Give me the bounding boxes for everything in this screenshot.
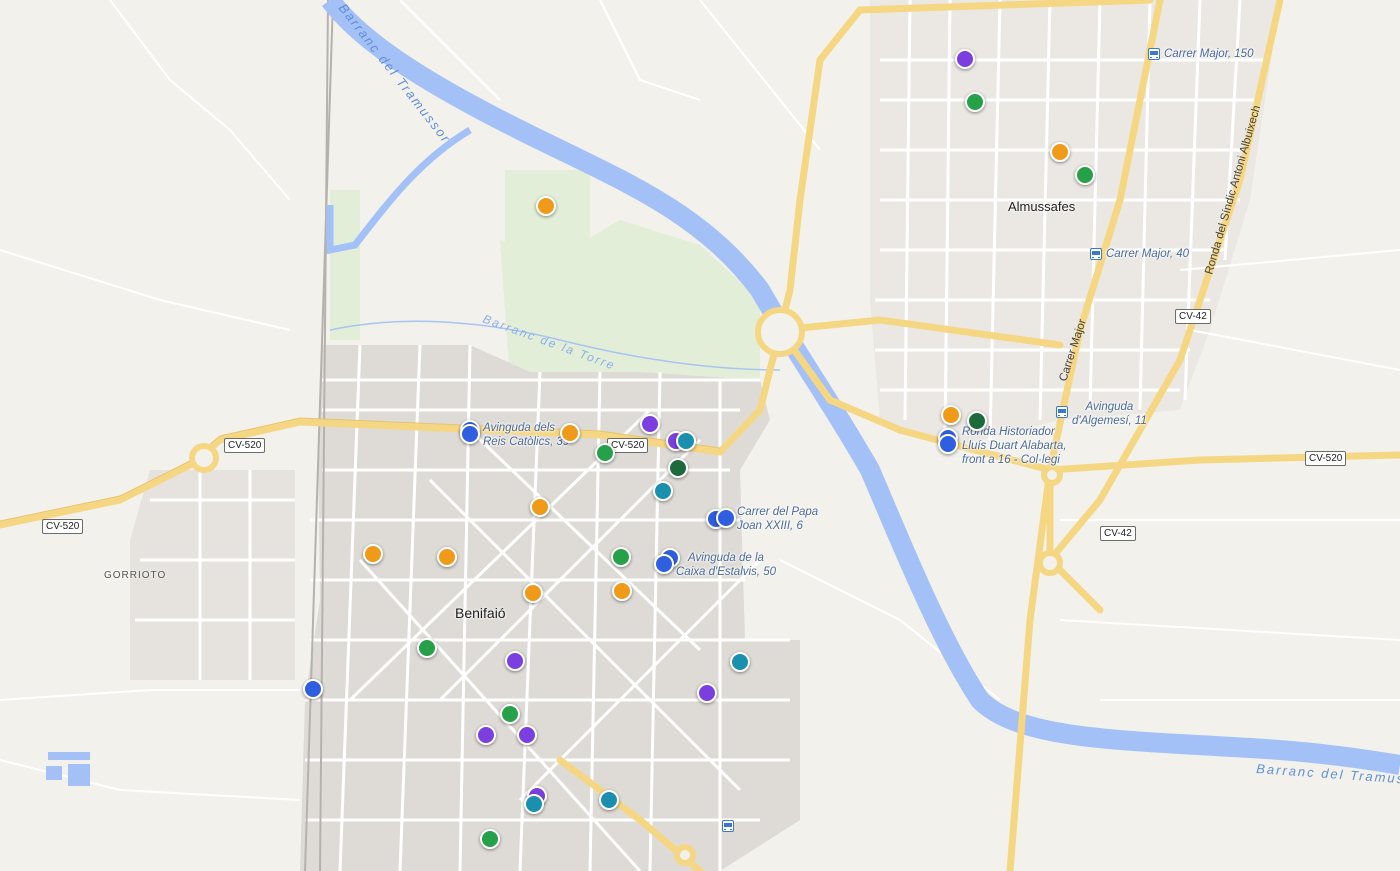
marker-dark-green[interactable] xyxy=(967,411,987,431)
poi-label-caixa-estalvis[interactable]: Avinguda de la Caixa d'Estalvis, 50 xyxy=(676,551,776,579)
road-shield-cv520: CV-520 xyxy=(42,519,84,534)
marker-green[interactable] xyxy=(417,638,437,658)
poi-label-reis-catolics[interactable]: Avinguda dels Reis Catòlics, 39 xyxy=(483,421,569,449)
marker-blue[interactable] xyxy=(938,434,958,454)
road-shield-cv42: CV-42 xyxy=(1100,526,1136,541)
marker-orange[interactable] xyxy=(612,581,632,601)
place-label-almussafes: Almussafes xyxy=(1008,199,1076,214)
marker-green[interactable] xyxy=(611,547,631,567)
street-label-ronda-sindic: Ronda del Síndic Antoni Albuixech xyxy=(1203,104,1263,276)
road-shield-cv520: CV-520 xyxy=(1305,451,1347,466)
marker-orange[interactable] xyxy=(941,405,961,425)
marker-green[interactable] xyxy=(500,704,520,724)
map-canvas[interactable]: Barranc del Tramussor Barranc de la Torr… xyxy=(0,0,1400,871)
marker-dark-green[interactable] xyxy=(668,458,688,478)
marker-green[interactable] xyxy=(480,829,500,849)
marker-blue[interactable] xyxy=(716,508,736,528)
marker-purple[interactable] xyxy=(640,414,660,434)
marker-teal[interactable] xyxy=(524,794,544,814)
place-label-benifaio: Benifaió xyxy=(455,605,506,621)
marker-purple[interactable] xyxy=(517,725,537,745)
poi-label-papa-joan[interactable]: Carrer del Papa Joan XXIII, 6 xyxy=(737,505,818,533)
marker-green[interactable] xyxy=(1075,165,1095,185)
marker-purple[interactable] xyxy=(505,651,525,671)
bus-stop-icon xyxy=(1090,248,1102,260)
marker-green[interactable] xyxy=(595,443,615,463)
marker-orange[interactable] xyxy=(536,196,556,216)
water-label-tramussor-east: Barranc del Tramussor xyxy=(1256,761,1400,788)
marker-orange[interactable] xyxy=(530,497,550,517)
water-label-tramussor-north: Barranc del Tramussor xyxy=(336,1,454,147)
marker-purple[interactable] xyxy=(697,683,717,703)
marker-blue[interactable] xyxy=(460,424,480,444)
area-label-gorrioto: GORRIOTO xyxy=(104,570,167,581)
marker-orange[interactable] xyxy=(363,544,383,564)
marker-teal[interactable] xyxy=(599,790,619,810)
poi-label-carrer-major-150[interactable]: Carrer Major, 150 xyxy=(1164,47,1253,61)
water-label-torre: Barranc de la Torre xyxy=(481,312,618,373)
marker-orange[interactable] xyxy=(437,547,457,567)
marker-purple[interactable] xyxy=(955,49,975,69)
marker-blue[interactable] xyxy=(303,679,323,699)
marker-purple[interactable] xyxy=(476,725,496,745)
road-shield-cv42: CV-42 xyxy=(1175,309,1211,324)
bus-stop-icon xyxy=(1056,406,1068,418)
marker-orange[interactable] xyxy=(560,423,580,443)
poi-label-avinguda-algemesi[interactable]: Avinguda d'Algemesí, 11 xyxy=(1072,400,1147,428)
marker-blue[interactable] xyxy=(654,554,674,574)
bus-stop-icon xyxy=(1148,48,1160,60)
road-shield-cv520: CV-520 xyxy=(224,438,266,453)
marker-orange[interactable] xyxy=(523,583,543,603)
marker-teal[interactable] xyxy=(653,481,673,501)
poi-label-ronda-historiador[interactable]: Ronda Historiador Lluís Duart Alabarta, … xyxy=(962,425,1066,467)
marker-orange[interactable] xyxy=(1050,142,1070,162)
marker-green[interactable] xyxy=(965,92,985,112)
water-labels-layer: Barranc del Tramussor Barranc de la Torr… xyxy=(336,1,1400,788)
street-label-carrer-major: Carrer Major xyxy=(1057,318,1088,383)
marker-teal[interactable] xyxy=(676,431,696,451)
poi-label-carrer-major-40[interactable]: Carrer Major, 40 xyxy=(1106,247,1189,261)
marker-teal[interactable] xyxy=(730,652,750,672)
bus-stop-icon xyxy=(722,820,734,832)
